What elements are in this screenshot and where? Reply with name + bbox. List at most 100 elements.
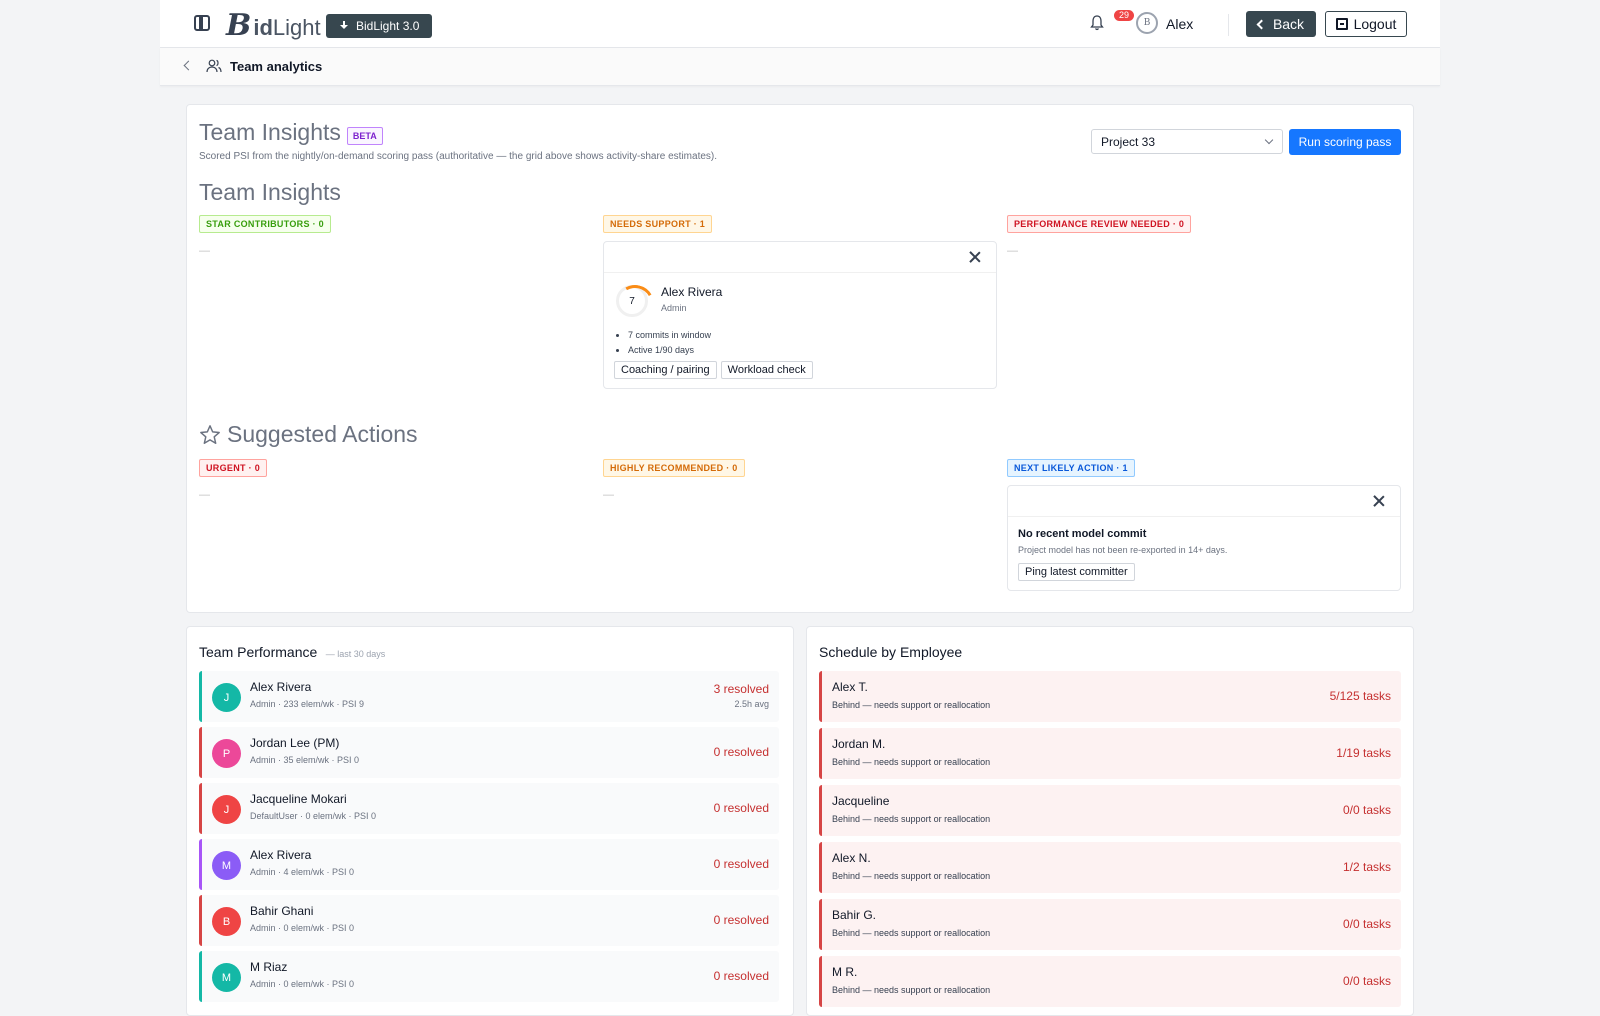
bidlight-logo[interactable]: B idLight	[226, 8, 321, 43]
coaching-chip[interactable]: Coaching / pairing	[614, 361, 717, 379]
urgent-tag: URGENT · 0	[199, 459, 268, 477]
close-icon[interactable]	[968, 250, 982, 264]
schedule-row[interactable]: M R. Behind — needs support or reallocati…	[819, 956, 1401, 1007]
insight-bullets: 7 commits in window Active 1/90 days	[628, 328, 711, 358]
member-name: M Riaz	[250, 960, 288, 974]
score-ring: 7	[616, 285, 648, 317]
schedule-row[interactable]: Alex N. Behind — needs support or realloc…	[819, 842, 1401, 893]
schedule-status: Behind — needs support or reallocation	[832, 814, 991, 824]
resolved-count: 0 resolved	[713, 913, 769, 927]
task-count: 1/2 tasks	[1342, 860, 1391, 874]
empty-placeholder: —	[603, 489, 614, 501]
bullet-item: Active 1/90 days	[628, 343, 711, 358]
logout-icon	[1335, 18, 1348, 30]
highly-recommended-tag: HIGHLY RECOMMENDED · 0	[603, 459, 745, 477]
schedule-status: Behind — needs support or reallocation	[832, 757, 991, 767]
schedule-status: Behind — needs support or reallocation	[832, 928, 991, 938]
back-button[interactable]: Back	[1246, 11, 1316, 37]
needs-support-tag: NEEDS SUPPORT · 1	[603, 215, 713, 233]
performance-row[interactable]: M Alex Rivera Admin · 4 elem/wk · PSI 0 0 r…	[199, 839, 779, 890]
user-name[interactable]: Alex	[1166, 16, 1193, 32]
next-likely-action-tag: NEXT LIKELY ACTION · 1	[1007, 459, 1135, 477]
member-name: Alex Rivera	[250, 680, 312, 694]
member-meta: Admin · 4 elem/wk · PSI 0	[250, 867, 355, 877]
page-title: Team Insights	[199, 119, 341, 145]
logo-text-light: Light	[272, 15, 321, 40]
member-name: Bahir Ghani	[250, 904, 314, 918]
logo-mark: B	[226, 8, 252, 43]
divider	[1228, 14, 1229, 36]
avatar: B	[212, 907, 241, 936]
logo-text-bold: id	[253, 15, 273, 40]
performance-row[interactable]: B Bahir Ghani Admin · 0 elem/wk · PSI 0 0 r…	[199, 895, 779, 946]
member-meta: Admin · 35 elem/wk · PSI 0	[250, 755, 360, 765]
download-icon	[339, 20, 349, 32]
schedule-status: Behind — needs support or reallocation	[832, 985, 991, 995]
member-name: Alex Rivera	[250, 848, 312, 862]
employee-name: Jacqueline	[832, 794, 890, 808]
performance-row[interactable]: P Jordan Lee (PM) Admin · 35 elem/wk · PSI…	[199, 727, 779, 778]
breadcrumb-label[interactable]: Team analytics	[230, 59, 322, 74]
member-meta: DefaultUser · 0 elem/wk · PSI 0	[250, 811, 377, 821]
breadcrumb: Team analytics	[160, 48, 1440, 86]
schedule-row[interactable]: Jacqueline Behind — needs support or real…	[819, 785, 1401, 836]
next-action-card: No recent model commit Project model has…	[1007, 485, 1401, 591]
logout-button[interactable]: Logout	[1325, 11, 1407, 37]
schedule-panel: Schedule by Employee Alex T. Behind — nee…	[806, 626, 1414, 1016]
action-title: No recent model commit	[1018, 528, 1147, 540]
performance-row[interactable]: M M Riaz Admin · 0 elem/wk · PSI 0 0 resolv…	[199, 951, 779, 1002]
avatar: J	[212, 683, 241, 712]
action-description: Project model has not been re-exported i…	[1018, 545, 1228, 555]
member-name: Alex Rivera	[661, 285, 723, 299]
resolved-count: 0 resolved	[713, 801, 769, 815]
avatar: M	[212, 851, 241, 880]
schedule-row[interactable]: Bahir G. Behind — needs support or reallo…	[819, 899, 1401, 950]
member-meta: Admin · 233 elem/wk · PSI 9	[250, 699, 365, 709]
close-icon[interactable]	[1372, 494, 1386, 508]
employee-name: Alex T.	[832, 680, 868, 694]
chevron-left-icon[interactable]	[183, 60, 194, 71]
schedule-row[interactable]: Alex T. Behind — needs support or realloc…	[819, 671, 1401, 722]
team-performance-title: Team Performance	[199, 644, 318, 660]
star-contributors-tag: STAR CONTRIBUTORS · 0	[199, 215, 331, 233]
task-count: 0/0 tasks	[1342, 803, 1391, 817]
performance-period: — last 30 days	[325, 649, 386, 659]
bell-icon[interactable]	[1090, 15, 1104, 31]
page-description: Scored PSI from the nightly/on-demand sc…	[199, 151, 718, 162]
version-label: BidLight 3.0	[356, 19, 420, 33]
chevron-down-icon	[1264, 135, 1274, 145]
back-label: Back	[1272, 16, 1305, 32]
schedule-row[interactable]: Jordan M. Behind — needs support or reall…	[819, 728, 1401, 779]
member-name: Jacqueline Mokari	[250, 792, 347, 806]
resolved-count: 0 resolved	[713, 969, 769, 983]
sidebar-toggle-icon[interactable]	[194, 15, 210, 31]
avatar: P	[212, 739, 241, 768]
project-select[interactable]: Project 33	[1091, 129, 1283, 154]
avatar: J	[212, 795, 241, 824]
resolved-count: 0 resolved	[713, 857, 769, 871]
task-count: 5/125 tasks	[1329, 689, 1391, 703]
performance-review-tag: PERFORMANCE REVIEW NEEDED · 0	[1007, 215, 1192, 233]
performance-row[interactable]: J Jacqueline Mokari DefaultUser · 0 elem/w…	[199, 783, 779, 834]
employee-name: Alex N.	[832, 851, 871, 865]
ping-committer-chip[interactable]: Ping latest committer	[1018, 563, 1135, 581]
empty-placeholder: —	[199, 245, 210, 257]
user-avatar[interactable]: B	[1136, 12, 1158, 34]
performance-row[interactable]: J Alex Rivera Admin · 233 elem/wk · PSI 9 3…	[199, 671, 779, 722]
schedule-status: Behind — needs support or reallocation	[832, 871, 991, 881]
run-scoring-button[interactable]: Run scoring pass	[1289, 129, 1401, 155]
member-meta: Admin · 0 elem/wk · PSI 0	[250, 923, 355, 933]
top-navbar: B idLight BidLight 3.0 29 B Alex Back Lo…	[160, 0, 1440, 48]
task-count: 0/0 tasks	[1342, 974, 1391, 988]
version-button[interactable]: BidLight 3.0	[326, 14, 433, 38]
employee-name: Bahir G.	[832, 908, 877, 922]
logout-label: Logout	[1353, 16, 1397, 32]
schedule-title: Schedule by Employee	[819, 644, 963, 660]
member-role: Admin	[661, 303, 687, 313]
avatar: M	[212, 963, 241, 992]
notification-count-badge: 29	[1114, 10, 1135, 21]
task-count: 1/19 tasks	[1336, 746, 1391, 760]
workload-chip[interactable]: Workload check	[720, 361, 813, 379]
users-icon	[206, 58, 222, 74]
chevron-left-icon	[1256, 19, 1267, 29]
